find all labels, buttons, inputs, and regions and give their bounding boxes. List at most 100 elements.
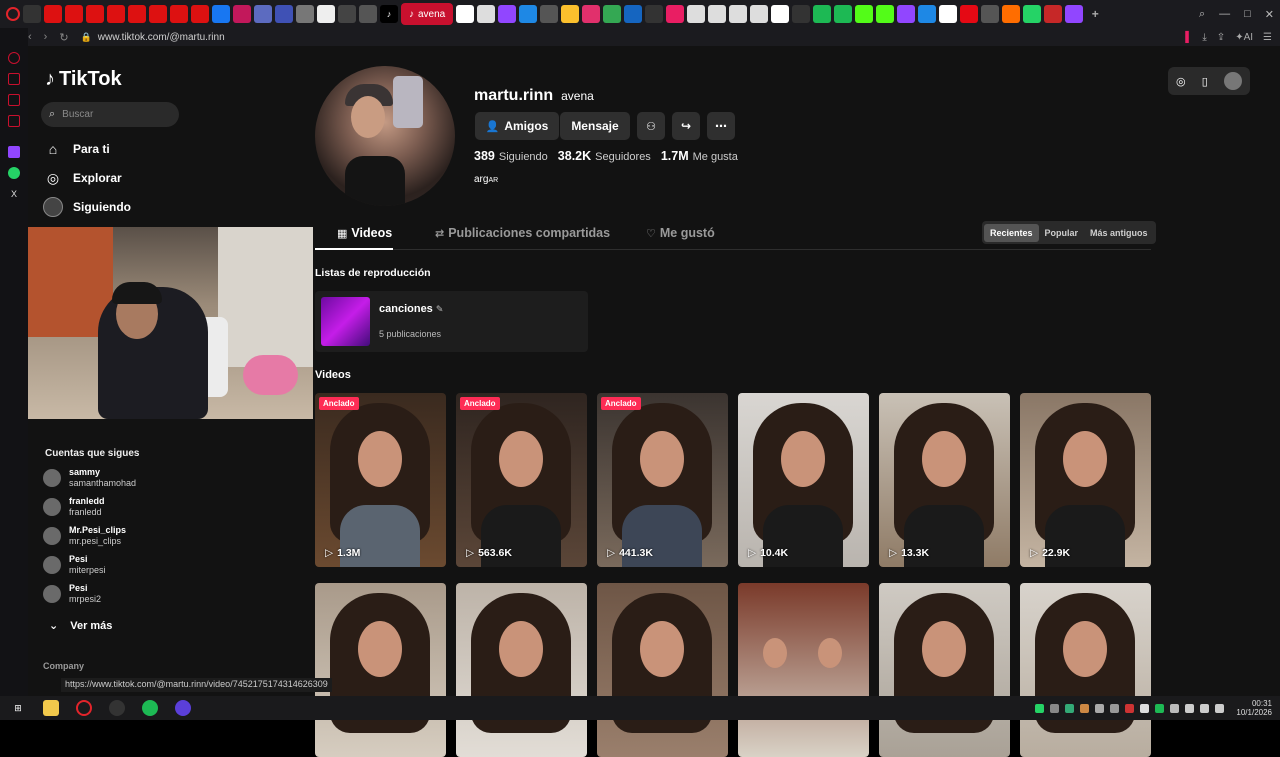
- file-explorer-icon[interactable]: [43, 700, 59, 716]
- spotify-icon[interactable]: [142, 700, 158, 716]
- tab-icon[interactable]: [708, 5, 727, 23]
- kick-tab-icon[interactable]: [855, 5, 874, 23]
- instagram-tab-icon[interactable]: [582, 5, 601, 23]
- profile-avatar-icon[interactable]: [1223, 72, 1242, 90]
- opera-icon[interactable]: [8, 52, 20, 64]
- tab-icon[interactable]: [338, 5, 356, 23]
- profile-avatar[interactable]: [315, 66, 455, 206]
- mic-icon[interactable]: [1185, 703, 1195, 713]
- reload-icon[interactable]: ↻: [59, 31, 68, 44]
- tab-videos[interactable]: ▦ Videos: [337, 226, 392, 240]
- tab-icon[interactable]: [918, 5, 937, 23]
- tab-icon[interactable]: [275, 5, 293, 23]
- youtube-tab-icon[interactable]: [149, 5, 167, 23]
- tab-icon[interactable]: [519, 5, 538, 23]
- video-thumbnail[interactable]: [1020, 583, 1151, 757]
- back-icon[interactable]: ‹: [28, 31, 32, 43]
- tray-icon[interactable]: [1140, 703, 1150, 713]
- tab-icon[interactable]: [981, 5, 1000, 23]
- whatsapp-tray-icon[interactable]: [1035, 703, 1045, 713]
- close-icon[interactable]: ✕: [1265, 8, 1274, 21]
- company-link[interactable]: Company: [43, 661, 84, 671]
- video-thumbnail[interactable]: ▷ 10.4K: [738, 393, 869, 567]
- tab-icon[interactable]: [561, 5, 580, 23]
- tab-icon[interactable]: [624, 5, 643, 23]
- video-thumbnail[interactable]: [597, 583, 728, 757]
- drive-tab-icon[interactable]: [603, 5, 622, 23]
- facebook-tab-icon[interactable]: [212, 5, 230, 23]
- tab-icon[interactable]: [939, 5, 958, 23]
- video-thumbnail[interactable]: [738, 583, 869, 757]
- search-input[interactable]: ⌕ Buscar: [41, 102, 179, 127]
- video-thumbnail[interactable]: [879, 583, 1010, 757]
- bookmark-icon[interactable]: ▌: [1185, 32, 1192, 43]
- minimize-icon[interactable]: —: [1219, 8, 1230, 20]
- followed-account[interactable]: Mr.Pesi_clips mr.pesi_clips: [43, 525, 126, 547]
- youtube-tab-icon[interactable]: [170, 5, 188, 23]
- message-button[interactable]: Mensaje: [560, 112, 630, 140]
- video-thumbnail[interactable]: [456, 583, 587, 757]
- tab-icon[interactable]: [1002, 5, 1021, 23]
- nav-following[interactable]: Siguiendo: [43, 197, 131, 217]
- compass-icon[interactable]: ◎: [1176, 75, 1186, 88]
- mail-icon[interactable]: [8, 115, 20, 127]
- windows-start-icon[interactable]: ⊞: [10, 700, 26, 716]
- tab-icon[interactable]: [23, 5, 41, 23]
- tab-liked[interactable]: ♡ Me gustó: [646, 226, 715, 240]
- tab-icon[interactable]: [296, 5, 314, 23]
- share-icon[interactable]: ⇪: [1217, 32, 1225, 43]
- opera-logo-icon[interactable]: [6, 7, 20, 21]
- app-icon[interactable]: [175, 700, 191, 716]
- followed-account[interactable]: Pesi mrpesi2: [43, 583, 101, 605]
- tab-icon[interactable]: [254, 5, 272, 23]
- netflix-tab-icon[interactable]: [960, 5, 979, 23]
- nav-for-you[interactable]: ⌂ Para ti: [43, 139, 110, 159]
- volume-icon[interactable]: [1215, 703, 1225, 713]
- youtube-tab-icon[interactable]: [65, 5, 83, 23]
- tray-icon[interactable]: [1125, 703, 1135, 713]
- video-thumbnail[interactable]: Anclado ▷ 1.3M: [315, 393, 446, 567]
- device-icon[interactable]: ▯: [1202, 75, 1208, 88]
- sort-oldest[interactable]: Más antiguos: [1084, 224, 1154, 242]
- spotify-tab-icon[interactable]: [834, 5, 853, 23]
- whatsapp-icon[interactable]: [8, 167, 20, 179]
- whatsapp-tab-icon[interactable]: [1023, 5, 1042, 23]
- search-tabs-icon[interactable]: ⌕: [1199, 8, 1205, 21]
- tray-icon[interactable]: [1095, 703, 1105, 713]
- tab-icon[interactable]: [666, 5, 685, 23]
- followed-account[interactable]: Pesi miterpesi: [43, 554, 106, 576]
- active-tab[interactable]: ♪ avena: [401, 3, 454, 25]
- nav-explore[interactable]: ◎ Explorar: [43, 168, 122, 188]
- tray-icon[interactable]: [1080, 703, 1090, 713]
- video-thumbnail[interactable]: Anclado ▷ 441.3K: [597, 393, 728, 567]
- google-tab-icon[interactable]: [771, 5, 790, 23]
- messenger-icon[interactable]: [8, 94, 20, 106]
- tab-icon[interactable]: [477, 5, 496, 23]
- share-button[interactable]: ↪: [672, 112, 700, 140]
- spotify-tab-icon[interactable]: [813, 5, 832, 23]
- tab-icon[interactable]: [317, 5, 335, 23]
- video-thumbnail[interactable]: ▷ 22.9K: [1020, 393, 1151, 567]
- tab-icon[interactable]: [750, 5, 769, 23]
- tab-icon[interactable]: [233, 5, 251, 23]
- followed-account[interactable]: sammy samanthamohad: [43, 467, 136, 489]
- playlist-card[interactable]: canciones ✎ 5 publicaciones: [315, 291, 588, 352]
- tab-icon[interactable]: [729, 5, 748, 23]
- tab-icon[interactable]: [1044, 5, 1063, 23]
- tab-icon[interactable]: [645, 5, 664, 23]
- followed-account[interactable]: franledd franledd: [43, 496, 105, 518]
- friends-button[interactable]: 👤 Amigos: [475, 112, 559, 140]
- download-icon[interactable]: ⤓: [1202, 32, 1206, 43]
- tiktok-tab-icon[interactable]: ♪: [380, 5, 398, 23]
- tab-icon[interactable]: [792, 5, 811, 23]
- maximize-icon[interactable]: □: [1244, 8, 1251, 20]
- followers-stat[interactable]: 38.2K Seguidores: [558, 149, 651, 163]
- tray-icon[interactable]: [1065, 703, 1075, 713]
- video-thumbnail[interactable]: [315, 583, 446, 757]
- tray-icon[interactable]: [1050, 703, 1060, 713]
- tab-icon[interactable]: [540, 5, 559, 23]
- tab-icon[interactable]: [687, 5, 706, 23]
- tab-icon[interactable]: [359, 5, 377, 23]
- following-stat[interactable]: 389 Siguiendo: [474, 149, 548, 163]
- url-field[interactable]: www.tiktok.com/@martu.rinn: [98, 32, 225, 43]
